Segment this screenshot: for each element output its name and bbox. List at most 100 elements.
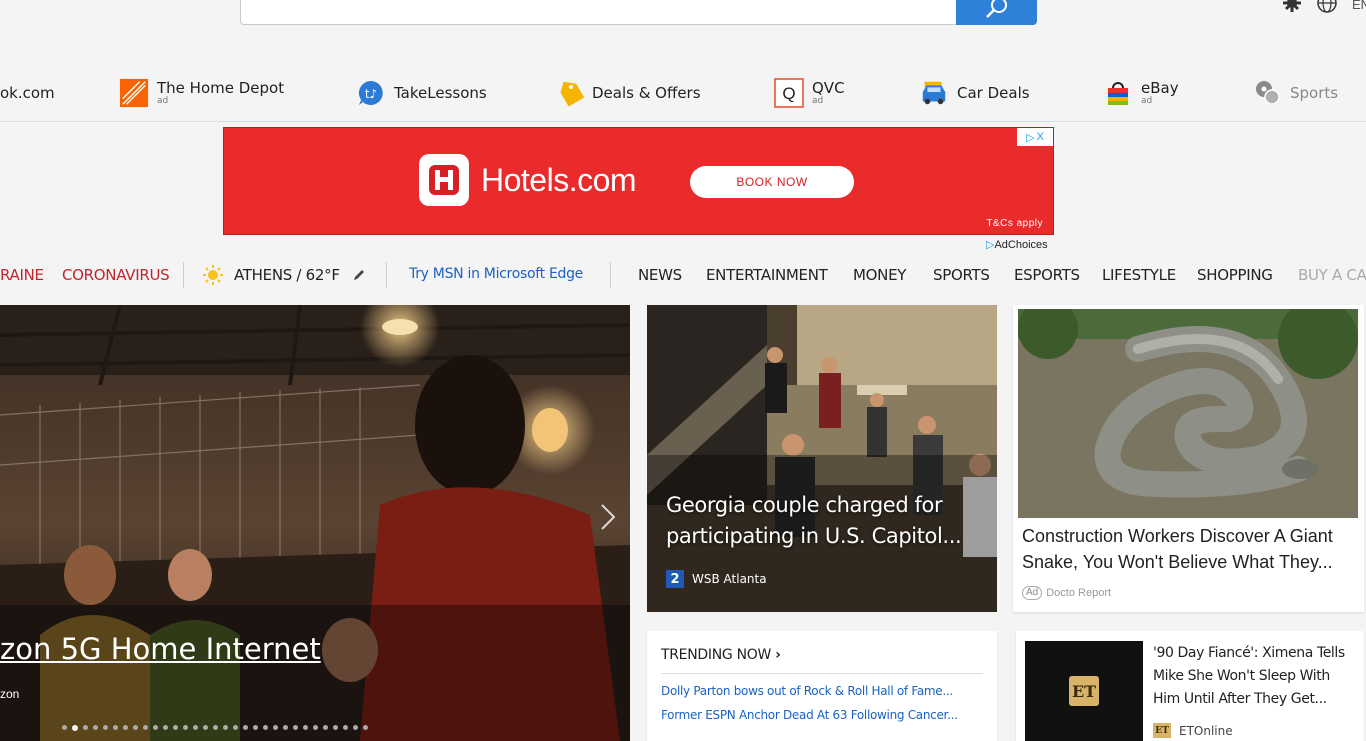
hotels-ad-banner[interactable]: Hotels.com BOOK NOW T&Cs apply ▷ X (223, 127, 1054, 235)
category-nav: RAINE CORONAVIRUS ATHENS / 62°F Try MSN … (0, 262, 1366, 290)
ad-close-control[interactable]: ▷ X (1017, 128, 1053, 146)
nav-lifestyle[interactable]: LIFESTYLE (1102, 266, 1176, 284)
quick-links-bar: ok.com The Home Depot ad t♪ TakeLessons D… (0, 70, 1366, 122)
search-input[interactable] (240, 0, 1037, 25)
sponsored-card-source: Ad Docto Report (1022, 586, 1111, 600)
carousel-dot[interactable] (223, 725, 228, 730)
shopping-bag-icon (1103, 78, 1133, 108)
ad-badge: Ad (1022, 586, 1043, 600)
trending-item[interactable]: Former ESPN Anchor Dead At 63 Following … (661, 708, 983, 722)
carousel-dot[interactable] (293, 725, 298, 730)
nav-divider (183, 262, 184, 288)
carousel-dot[interactable] (233, 725, 238, 730)
nav-entertainment[interactable]: ENTERTAINMENT (706, 266, 828, 284)
carousel-dots[interactable] (62, 725, 368, 731)
globe-icon[interactable] (1316, 0, 1338, 17)
nav-weather[interactable]: ATHENS / 62°F (202, 264, 366, 286)
nav-sports[interactable]: SPORTS (933, 266, 990, 284)
carousel-dot[interactable] (62, 725, 67, 730)
news-card-title[interactable]: Georgia couple charged for participating… (666, 490, 986, 552)
carousel-dot[interactable] (193, 725, 198, 730)
nav-news[interactable]: NEWS (638, 266, 682, 284)
carousel-dot[interactable] (83, 725, 88, 730)
carousel-dot[interactable] (93, 725, 98, 730)
et-card-source: ET ETOnline (1153, 723, 1233, 738)
nav-edge-promo[interactable]: Try MSN in Microsoft Edge (409, 266, 583, 282)
gear-icon[interactable] (1282, 0, 1302, 16)
ad-terms: T&Cs apply (986, 218, 1043, 229)
nav-esports[interactable]: ESPORTS (1014, 266, 1080, 284)
quicklink-takelessons[interactable]: t♪ TakeLessons (356, 73, 487, 113)
home-depot-logo-icon (119, 78, 149, 108)
carousel-dot[interactable] (323, 725, 328, 730)
hero-image (0, 305, 630, 741)
carousel-dot[interactable] (273, 725, 278, 730)
search-button[interactable] (956, 0, 1037, 25)
carousel-dot[interactable] (203, 725, 208, 730)
quicklink-home-depot[interactable]: The Home Depot ad (119, 73, 284, 113)
top-right-tools: EN (1238, 0, 1366, 14)
nav-coronavirus[interactable]: CORONAVIRUS (62, 266, 170, 284)
carousel-dot[interactable] (333, 725, 338, 730)
carousel-dot[interactable] (173, 725, 178, 730)
trending-header[interactable]: TRENDING NOW › (661, 647, 983, 674)
sponsored-card-snake[interactable]: Construction Workers Discover A Giant Sn… (1013, 305, 1364, 612)
hero-carousel[interactable]: zon 5G Home Internet zon (0, 305, 630, 741)
carousel-dot[interactable] (153, 725, 158, 730)
quicklink-car-deals[interactable]: Car Deals (919, 73, 1030, 113)
carousel-dot[interactable] (143, 725, 148, 730)
nav-divider (386, 262, 387, 288)
carousel-dot[interactable] (103, 725, 108, 730)
carousel-dot[interactable] (303, 725, 308, 730)
quicklink-deals[interactable]: Deals & Offers (554, 73, 701, 113)
et-logo-icon: ET (1069, 676, 1099, 706)
carousel-dot[interactable] (343, 725, 348, 730)
trending-item[interactable]: Dolly Parton bows out of Rock & Roll Hal… (661, 684, 983, 698)
search-icon (985, 0, 1007, 18)
chevron-right-icon: › (775, 647, 781, 663)
sponsored-card-title[interactable]: Construction Workers Discover A Giant Sn… (1022, 523, 1357, 575)
nav-money[interactable]: MONEY (853, 266, 906, 284)
et-card-title[interactable]: '90 Day Fiancé': Ximena Tells Mike She W… (1153, 642, 1358, 711)
news-card-source: 2 WSB Atlanta (666, 570, 767, 588)
quicklink-ebay[interactable]: eBay ad (1103, 73, 1179, 113)
carousel-dot[interactable] (183, 725, 188, 730)
svg-text:t♪: t♪ (365, 87, 377, 101)
hero-title[interactable]: zon 5G Home Internet (0, 632, 321, 666)
language-label[interactable]: EN (1352, 0, 1366, 12)
news-card-capitol[interactable]: Georgia couple charged for participating… (647, 305, 997, 612)
adchoices-link[interactable]: ▷AdChoices (986, 238, 1048, 251)
carousel-dot[interactable] (133, 725, 138, 730)
hotels-logo-icon (419, 154, 469, 206)
trending-now-panel: TRENDING NOW › Dolly Parton bows out of … (647, 631, 997, 741)
carousel-dot[interactable] (353, 725, 358, 730)
quicklink-sports[interactable]: Sports (1252, 73, 1338, 113)
quicklink-qvc[interactable]: Q QVC ad (774, 73, 845, 113)
qvc-logo-icon: Q (774, 78, 804, 108)
nav-shopping[interactable]: SHOPPING (1197, 266, 1273, 284)
sun-icon (203, 265, 223, 285)
carousel-dot[interactable] (123, 725, 128, 730)
pencil-icon[interactable] (352, 268, 366, 282)
carousel-dot[interactable] (253, 725, 258, 730)
carousel-dot[interactable] (263, 725, 268, 730)
carousel-dot[interactable] (283, 725, 288, 730)
et-mini-logo-icon: ET (1153, 723, 1171, 738)
carousel-dot[interactable] (313, 725, 318, 730)
carousel-dot[interactable] (213, 725, 218, 730)
nav-divider (610, 262, 611, 288)
book-now-button[interactable]: BOOK NOW (690, 166, 854, 198)
nav-buy-a-car[interactable]: BUY A CA (1298, 266, 1366, 284)
carousel-dot[interactable] (72, 725, 78, 731)
carousel-dot[interactable] (243, 725, 248, 730)
carousel-dot[interactable] (363, 725, 368, 730)
car-icon (919, 78, 949, 108)
adchoices-play-icon: ▷ (1026, 131, 1035, 144)
quicklink-booking[interactable]: ok.com (0, 73, 55, 113)
news-card-et[interactable]: ET '90 Day Fiancé': Ximena Tells Mike Sh… (1016, 631, 1364, 741)
svg-text:Q: Q (782, 84, 795, 103)
nav-ukraine[interactable]: RAINE (0, 266, 44, 284)
carousel-dot[interactable] (113, 725, 118, 730)
sponsored-card-image (1018, 309, 1358, 518)
carousel-dot[interactable] (163, 725, 168, 730)
